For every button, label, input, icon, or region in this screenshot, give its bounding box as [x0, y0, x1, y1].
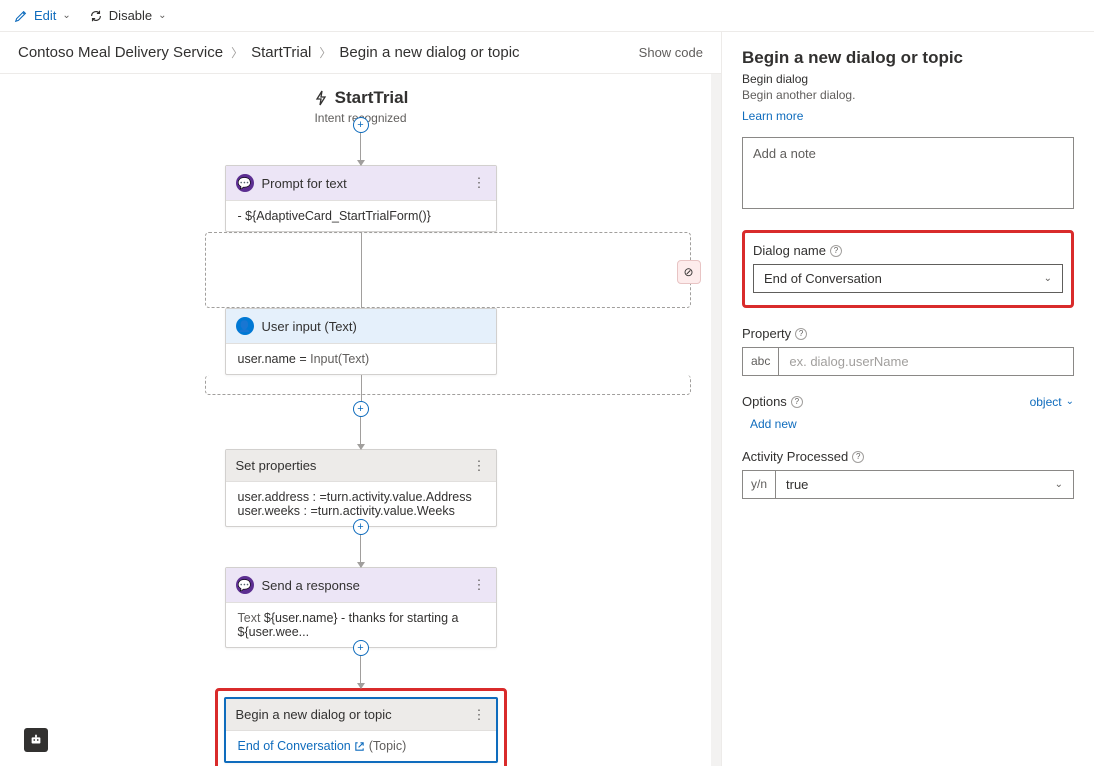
person-icon: 👤: [236, 317, 254, 335]
node-label: User input (Text): [262, 319, 357, 334]
options-label: Options ?: [742, 394, 803, 409]
dialog-name-label: Dialog name ?: [753, 243, 1063, 258]
property-label: Property ?: [742, 326, 1074, 341]
connector: +: [360, 648, 361, 688]
add-node-button[interactable]: +: [353, 519, 369, 535]
input-prefix: abc: [743, 348, 779, 375]
highlight-box: Begin a new dialog or topic ⋮ End of Con…: [215, 688, 507, 766]
chevron-down-icon: ⌄: [158, 10, 166, 21]
help-icon[interactable]: ?: [830, 245, 842, 257]
scrollbar[interactable]: [711, 74, 721, 766]
input-prefix: y/n: [743, 471, 776, 498]
chevron-down-icon: ⌄: [62, 10, 70, 21]
panel-description: Begin another dialog.: [742, 88, 1074, 102]
breadcrumb-sep: 〉: [231, 44, 243, 61]
node-set-properties[interactable]: Set properties ⋮ user.address : =turn.ac…: [225, 449, 497, 527]
refresh-icon: [89, 9, 103, 23]
show-code-button[interactable]: Show code: [639, 45, 703, 60]
add-node-button[interactable]: +: [353, 117, 369, 133]
bot-test-button[interactable]: [24, 728, 48, 752]
breadcrumb-sep: 〉: [319, 44, 331, 61]
activity-processed-label: Activity Processed ?: [742, 449, 1074, 464]
add-node-button[interactable]: +: [353, 640, 369, 656]
top-toolbar: Edit ⌄ Disable ⌄: [0, 0, 1094, 32]
dialog-name-section: Dialog name ? End of Conversation ⌄: [742, 230, 1074, 308]
property-section: Property ? abc: [742, 326, 1074, 376]
select-value: End of Conversation: [764, 271, 882, 286]
node-menu-button[interactable]: ⋮: [473, 458, 486, 474]
node-label: Set properties: [236, 458, 317, 473]
chevron-down-icon: ⌄: [1044, 273, 1052, 284]
dialog-name-select[interactable]: End of Conversation ⌄: [753, 264, 1063, 293]
dialog-link[interactable]: End of Conversation: [238, 739, 369, 753]
learn-more-link[interactable]: Learn more: [742, 109, 803, 123]
help-icon[interactable]: ?: [795, 328, 807, 340]
node-body: End of Conversation (Topic): [226, 730, 496, 761]
flow-canvas[interactable]: StartTrial Intent recognized + 💬 Prompt …: [0, 73, 721, 766]
flow-title: StartTrial: [335, 88, 409, 108]
help-icon[interactable]: ?: [791, 396, 803, 408]
breadcrumb: Contoso Meal Delivery Service 〉 StartTri…: [18, 44, 520, 61]
bot-icon: [29, 733, 43, 747]
chat-icon: 💬: [236, 576, 254, 594]
canvas-column: Contoso Meal Delivery Service 〉 StartTri…: [0, 32, 722, 766]
add-node-button[interactable]: +: [353, 401, 369, 417]
lightning-icon: [313, 90, 329, 106]
activity-select[interactable]: true ⌄: [776, 471, 1073, 498]
property-input[interactable]: [779, 348, 1073, 375]
activity-select-row: y/n true ⌄: [742, 470, 1074, 499]
node-begin-dialog[interactable]: Begin a new dialog or topic ⋮ End of Con…: [224, 697, 498, 763]
add-new-button[interactable]: Add new: [750, 417, 797, 431]
breadcrumb-leaf: Begin a new dialog or topic: [339, 44, 519, 61]
breadcrumb-root[interactable]: Contoso Meal Delivery Service: [18, 44, 223, 61]
connector: [361, 232, 362, 308]
panel-title: Begin a new dialog or topic: [742, 48, 1074, 68]
node-send-response[interactable]: 💬 Send a response ⋮ Text ${user.name} - …: [225, 567, 497, 648]
options-section: Options ? object ⌄ Add new: [742, 394, 1074, 431]
edit-label: Edit: [34, 8, 56, 23]
activity-processed-section: Activity Processed ? y/n true ⌄: [742, 449, 1074, 499]
connector: +: [360, 409, 361, 449]
panel-subtitle: Begin dialog: [742, 72, 1074, 86]
properties-panel: Begin a new dialog or topic Begin dialog…: [722, 32, 1094, 766]
chevron-down-icon: ⌄: [1055, 479, 1063, 490]
property-input-row: abc: [742, 347, 1074, 376]
breadcrumb-row: Contoso Meal Delivery Service 〉 StartTri…: [0, 32, 721, 73]
help-icon[interactable]: ?: [852, 451, 864, 463]
main-area: Contoso Meal Delivery Service 〉 StartTri…: [0, 32, 1094, 766]
node-prompt-for-text[interactable]: 💬 Prompt for text ⋮ - ${AdaptiveCard_Sta…: [225, 165, 497, 232]
node-user-input[interactable]: 👤 User input (Text) user.name = Input(Te…: [225, 308, 497, 375]
note-textarea[interactable]: [742, 137, 1074, 209]
chat-icon: 💬: [236, 174, 254, 192]
options-type-link[interactable]: object ⌄: [1030, 395, 1074, 409]
open-icon: [354, 741, 365, 752]
node-menu-button[interactable]: ⋮: [473, 707, 486, 723]
disable-label: Disable: [109, 8, 152, 23]
edit-icon: [14, 9, 28, 23]
edit-button[interactable]: Edit ⌄: [14, 8, 71, 23]
connector: +: [360, 527, 361, 567]
disable-button[interactable]: Disable ⌄: [89, 8, 167, 23]
breadcrumb-mid[interactable]: StartTrial: [251, 44, 311, 61]
connector: +: [360, 125, 361, 165]
chevron-down-icon: ⌄: [1066, 396, 1074, 407]
select-value: true: [786, 477, 808, 492]
node-label: Begin a new dialog or topic: [236, 707, 392, 722]
node-menu-button[interactable]: ⋮: [473, 175, 486, 191]
node-body: user.name = Input(Text): [226, 343, 496, 374]
node-menu-button[interactable]: ⋮: [473, 577, 486, 593]
node-label: Send a response: [262, 578, 360, 593]
warning-badge[interactable]: ⊘: [677, 260, 701, 284]
node-body: - ${AdaptiveCard_StartTrialForm()}: [226, 200, 496, 231]
node-label: Prompt for text: [262, 176, 347, 191]
